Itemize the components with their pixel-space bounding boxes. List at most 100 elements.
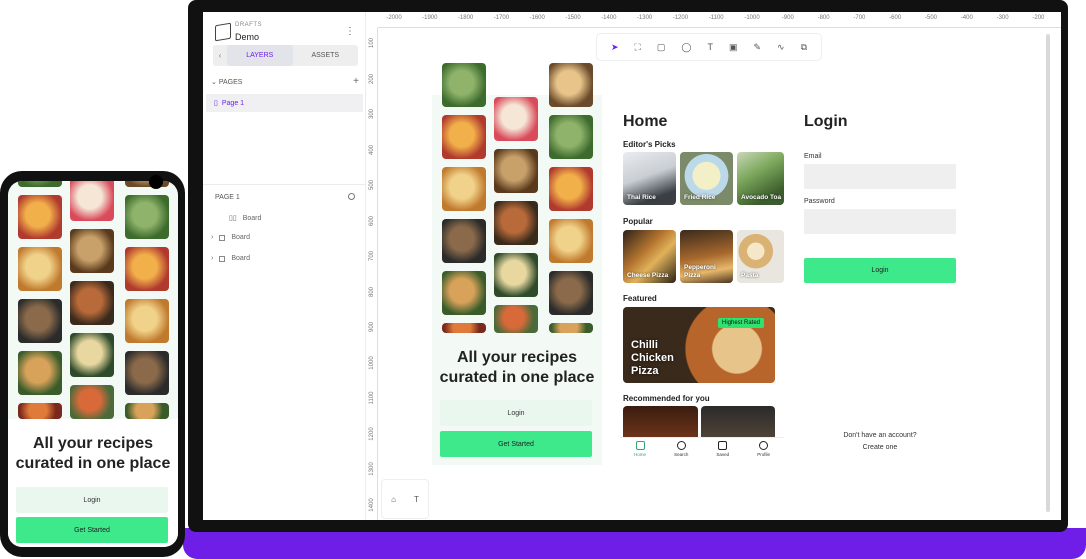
pages-header: ⌄ PAGES + [211, 76, 359, 87]
ruler-top-tick: -300 [996, 15, 1009, 21]
tab-layers[interactable]: LAYERS [227, 45, 293, 66]
layers-header: PAGE 1 [215, 193, 355, 201]
ruler-left: 100 200 300 400 500 600 700 800 900 1000 1100 1200 1… [366, 28, 378, 520]
ruler-top: -2000 -1900 -1800 -1700 -1600 -1500 -1400 -1300… [378, 12, 1061, 28]
project-label: DRAFTS [235, 22, 262, 28]
food-photo [549, 219, 593, 263]
panel-tabs: ‹ LAYERS ASSETS [213, 45, 358, 66]
stage: DRAFTS Demo ⋮ ‹ LAYERS ASSETS ⌄ PAGES + … [0, 0, 1086, 559]
component-icon[interactable]: ⧉ [801, 42, 807, 53]
ellipse-icon[interactable]: ◯ [681, 42, 691, 53]
chevron-right-icon[interactable]: › [211, 255, 213, 262]
layer-board-1[interactable]: ▯▯ Board [217, 214, 262, 223]
ruler-left-tick: 1400 [369, 497, 375, 512]
featured-card[interactable]: Highest Rated Chilli Chicken Pizza [623, 307, 775, 383]
ruler-left-tick: 600 [369, 215, 375, 226]
food-photo [125, 247, 169, 291]
chevron-down-icon[interactable]: ⌄ [211, 79, 217, 86]
ruler-top-tick: -1300 [636, 15, 653, 21]
tab-assets[interactable]: ASSETS [293, 45, 359, 66]
pen-icon[interactable]: ✎ [753, 42, 761, 53]
board-icon [219, 255, 226, 262]
path-icon[interactable]: ∿ [777, 42, 785, 53]
ruler-top-tick: -1700 [493, 15, 510, 21]
ruler-left-tick: 200 [369, 73, 375, 84]
food-photo [70, 385, 114, 419]
food-photo [494, 305, 538, 333]
board-icon: ▯▯ [229, 215, 237, 222]
pick-label: Avocado Toa [741, 194, 782, 201]
pick-label: Thai Rice [627, 194, 656, 201]
nav-search[interactable]: Search [674, 438, 688, 465]
pick-card[interactable]: Avocado Toa [737, 152, 784, 205]
board-login[interactable]: Login Email Password Login Don't have an… [801, 95, 967, 465]
ruler-top-tick: -600 [889, 15, 902, 21]
comment-icon[interactable]: ⌂ [391, 495, 396, 504]
back-icon[interactable]: ‹ [213, 45, 227, 66]
ruler-top-tick: -1400 [601, 15, 617, 21]
layer-label: Board [242, 214, 262, 222]
phone-get-started-button[interactable]: Get Started [16, 517, 168, 543]
board-icon [219, 234, 226, 241]
get-started-button[interactable]: Get Started [440, 431, 592, 457]
layer-label: Board [231, 255, 251, 262]
food-photo [442, 167, 486, 211]
welcome-heading: All your recipes curated in one place [439, 349, 595, 386]
ruler-left-tick: 1000 [369, 355, 375, 370]
layer-board-3[interactable]: › Board [211, 255, 250, 262]
popular-card[interactable]: Pepperoni Pizza [680, 230, 733, 283]
popular-card[interactable]: Cheese Pizza [623, 230, 676, 283]
ruler-top-tick: -1500 [565, 15, 581, 21]
nav-saved[interactable]: Saved [716, 438, 729, 465]
ruler-top-tick: -1900 [422, 15, 438, 21]
text-icon[interactable]: T [414, 495, 419, 504]
pointer-icon[interactable]: ➤ [611, 42, 619, 53]
ruler-left-tick: 300 [369, 109, 375, 120]
login-button[interactable]: Login [440, 400, 592, 426]
phone-login-button[interactable]: Login [16, 487, 168, 513]
frame-icon[interactable]: ⛶ [635, 42, 641, 53]
ruler-top-tick: -1600 [529, 15, 545, 21]
phone-welcome-heading: All your recipes curated in one place [15, 435, 171, 472]
create-account-link[interactable]: Create one [801, 444, 959, 451]
food-photo [70, 229, 114, 273]
password-field[interactable] [804, 209, 956, 234]
password-label: Password [804, 198, 835, 205]
search-icon[interactable] [348, 193, 355, 200]
login-submit-button[interactable]: Login [804, 258, 956, 283]
layer-board-2[interactable]: › Board [211, 234, 250, 241]
board-welcome[interactable]: All your recipes curated in one place Lo… [432, 63, 602, 465]
food-photo [494, 97, 538, 141]
nav-home[interactable]: Home [634, 438, 646, 465]
ruler-top-tick: -1100 [708, 15, 724, 21]
food-photo [442, 323, 486, 333]
rect-icon[interactable]: ▢ [657, 42, 666, 53]
food-photo [494, 253, 538, 297]
food-photo [18, 195, 62, 239]
chevron-right-icon[interactable]: › [211, 234, 213, 241]
email-field[interactable] [804, 164, 956, 189]
phone-screen: All your recipes curated in one place Lo… [8, 181, 178, 547]
food-photo [442, 115, 486, 159]
board-home[interactable]: Home Editor's Picks Thai Rice Fried Rice… [620, 95, 784, 465]
popular-card[interactable]: Pasta [737, 230, 784, 283]
login-title: Login [804, 113, 848, 130]
featured-card-title: Chilli Chicken Pizza [631, 339, 674, 377]
app-screen: DRAFTS Demo ⋮ ‹ LAYERS ASSETS ⌄ PAGES + … [203, 12, 1061, 520]
add-page-icon[interactable]: + [353, 76, 359, 87]
pick-card[interactable]: Fried Rice [680, 152, 733, 205]
image-icon[interactable]: ▣ [729, 42, 738, 53]
pick-card[interactable]: Thai Rice [623, 152, 676, 205]
ruler-top-tick: -2000 [386, 15, 402, 21]
popular-label: Pasta [741, 272, 759, 279]
nav-profile[interactable]: Profile [757, 438, 770, 465]
pages-title: PAGES [218, 79, 243, 86]
food-photo [125, 403, 169, 419]
ruler-top-tick: -700 [853, 15, 866, 21]
canvas-scrollbar[interactable] [1046, 34, 1050, 512]
home-icon [635, 441, 645, 450]
page-item[interactable]: ▯ Page 1 [206, 94, 363, 112]
text-icon[interactable]: T [707, 42, 713, 52]
food-photo [442, 271, 486, 315]
more-icon[interactable]: ⋮ [345, 26, 355, 37]
